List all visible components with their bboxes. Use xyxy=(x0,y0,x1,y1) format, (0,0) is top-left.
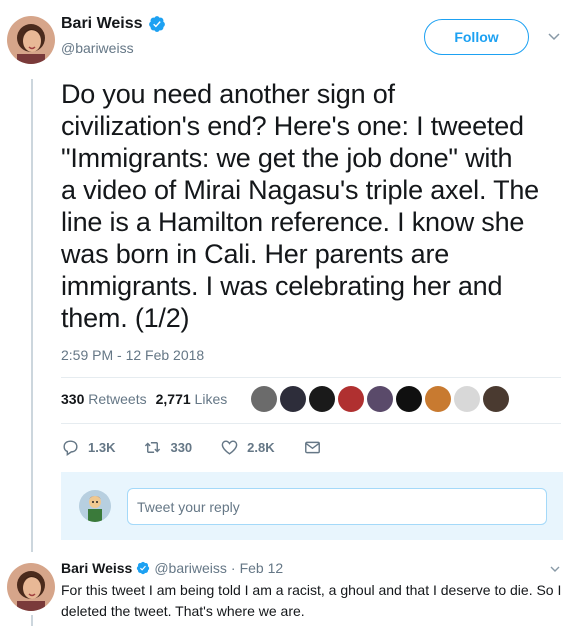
tweet-text: Do you need another sign of civilization… xyxy=(61,78,561,334)
retweet-button[interactable]: 330 xyxy=(143,438,192,457)
reply-tweet-text: For this tweet I am being told I am a ra… xyxy=(61,582,562,619)
tweet-actions: 1.3K 330 2.8K xyxy=(61,438,350,457)
author-name[interactable]: Bari Weiss xyxy=(61,15,166,33)
envelope-icon xyxy=(304,441,320,454)
retweet-count: 330 xyxy=(170,440,193,455)
liker-avatar[interactable] xyxy=(280,386,306,412)
tweet-text-line: them. (1/2) xyxy=(61,303,190,333)
tweet-text-line: immigrants. I was celebrating her and xyxy=(61,271,503,301)
like-count: 2.8K xyxy=(247,440,275,455)
likes-label: Likes xyxy=(194,391,228,407)
verified-icon xyxy=(137,561,150,575)
tweet-text-line: a video of Mirai Nagasu's triple axel. T… xyxy=(61,175,539,205)
direct-message-button[interactable] xyxy=(303,438,322,457)
liker-avatars xyxy=(251,386,509,412)
retweet-icon xyxy=(145,442,161,453)
liker-avatar[interactable] xyxy=(483,386,509,412)
tweet-text-line: line is a Hamilton reference. I know she xyxy=(61,207,525,237)
current-user-avatar xyxy=(79,490,111,522)
liker-avatar[interactable] xyxy=(251,386,277,412)
reply-tweet-header: Bari Weiss @bariweiss · Feb 12 xyxy=(61,560,283,576)
tweet-text-line: civilization's end? Here's one: I tweete… xyxy=(61,111,524,141)
liker-avatar[interactable] xyxy=(338,386,364,412)
tweet-timestamp[interactable]: 2:59 PM - 12 Feb 2018 xyxy=(61,347,204,363)
retweets-label: Retweets xyxy=(88,391,147,407)
thread-line xyxy=(31,79,33,552)
chevron-down-icon[interactable] xyxy=(547,30,561,44)
retweets-count: 330 xyxy=(61,391,85,407)
thread-line xyxy=(31,615,33,626)
like-button[interactable]: 2.8K xyxy=(220,438,275,457)
reply-author-handle[interactable]: @bariweiss xyxy=(154,560,227,576)
author-handle[interactable]: @bariweiss xyxy=(61,40,134,56)
liker-avatar[interactable] xyxy=(425,386,451,412)
tweet-text-line: "Immigrants: we get the job done" with xyxy=(61,143,513,173)
reply-icon xyxy=(63,440,78,456)
separator: · xyxy=(230,560,236,576)
heart-icon xyxy=(221,440,238,455)
reply-date[interactable]: Feb 12 xyxy=(240,560,284,576)
tweet-text-line: was born in Cali. Her parents are xyxy=(61,239,450,269)
likes-count: 2,771 xyxy=(155,391,191,407)
reply-composer: Tweet your reply xyxy=(61,472,563,540)
liker-avatar[interactable] xyxy=(396,386,422,412)
reply-count: 1.3K xyxy=(88,440,116,455)
chevron-down-icon[interactable] xyxy=(549,563,561,575)
retweets-stat[interactable]: 330 Retweets xyxy=(61,391,147,407)
likes-stat[interactable]: 2,771 Likes xyxy=(156,391,228,407)
liker-avatar[interactable] xyxy=(309,386,335,412)
divider xyxy=(61,377,561,378)
liker-avatar[interactable] xyxy=(367,386,393,412)
reply-author-avatar[interactable] xyxy=(7,563,55,611)
author-avatar[interactable] xyxy=(7,16,55,64)
follow-button[interactable]: Follow xyxy=(424,19,529,55)
verified-icon xyxy=(148,16,165,32)
reply-author-name[interactable]: Bari Weiss xyxy=(61,560,132,576)
tweet-text-line: Do you need another sign of xyxy=(61,79,395,109)
reply-button[interactable]: 1.3K xyxy=(61,438,115,457)
divider xyxy=(61,423,561,424)
reply-input[interactable]: Tweet your reply xyxy=(127,488,547,525)
tweet-stats: 330 Retweets 2,771 Likes xyxy=(61,391,227,407)
liker-avatar[interactable] xyxy=(454,386,480,412)
